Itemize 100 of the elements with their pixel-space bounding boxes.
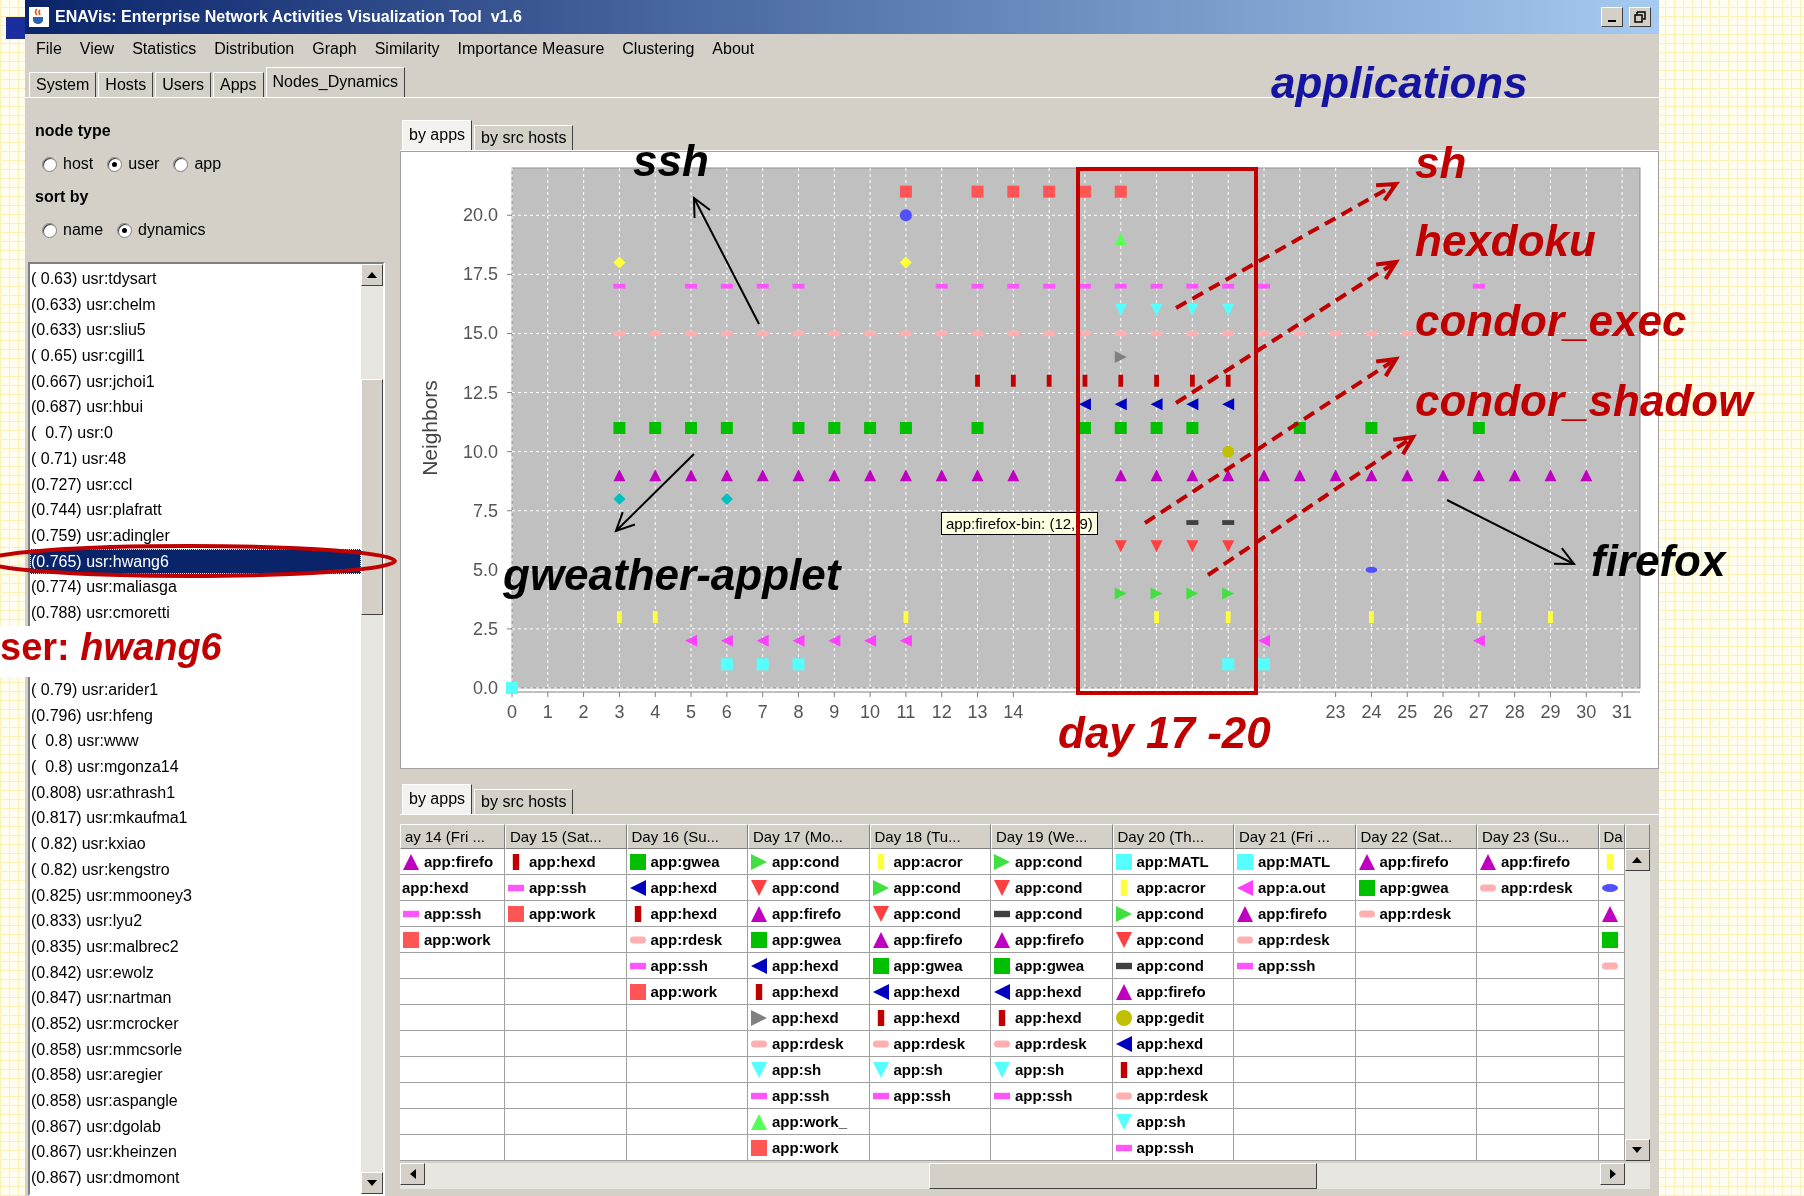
list-item[interactable]: (0.833) usr:lyu2 — [30, 908, 361, 934]
tick-label: 7.5 — [472, 500, 498, 521]
annotation-label: condor_shadow — [1415, 376, 1753, 426]
tick-label: 9 — [829, 702, 840, 722]
list-item[interactable]: (0.852) usr:mcrocker — [30, 1010, 361, 1037]
list-item[interactable]: ( 0.7) usr:0 — [30, 420, 361, 446]
column-header[interactable]: Day 23 (Su... — [1477, 824, 1599, 849]
list-item[interactable]: ( 0.8) usr:mgonza14 — [30, 754, 361, 780]
menu-item[interactable]: Similarity — [365, 37, 449, 60]
list-item[interactable]: (0.858) usr:aregier — [30, 1062, 361, 1088]
list-item[interactable]: ( 0.82) usr:kengstro — [30, 856, 361, 883]
column-header[interactable]: Day 22 (Sat... — [1355, 824, 1477, 849]
tab[interactable]: Hosts — [98, 72, 154, 97]
list-item[interactable]: ( 0.79) usr:arider1 — [30, 677, 361, 703]
column-header[interactable]: Day 17 (Mo... — [748, 824, 870, 849]
app-name: app:hexd — [650, 905, 718, 922]
tab[interactable]: by apps — [402, 120, 473, 150]
app-name: app:ssh — [772, 1087, 830, 1104]
menu-item[interactable]: Clustering — [613, 37, 704, 60]
app-name: app:rdesk — [772, 1035, 844, 1052]
app-name: app:firefo — [1379, 853, 1449, 870]
list-item[interactable]: (0.817) usr:mkaufma1 — [30, 805, 361, 832]
list-item[interactable]: ( 0.63) usr:tdysart — [30, 266, 361, 292]
menu-item[interactable]: About — [703, 37, 764, 60]
tick-label: 1 — [542, 702, 553, 722]
list-item[interactable]: (0.744) usr:plafratt — [30, 497, 361, 523]
menu-item[interactable]: View — [70, 37, 124, 60]
list-item[interactable]: (0.842) usr:ewolz — [30, 959, 361, 986]
app-name: app:firefo — [772, 905, 842, 922]
app-name: app:hexd — [650, 879, 718, 896]
app-name: app:rdesk — [1379, 905, 1452, 922]
tab[interactable]: Nodes_Dynamics — [265, 67, 405, 97]
app-name: app:cond — [1015, 853, 1083, 870]
list-item[interactable]: ( 0.8) usr:www — [30, 728, 361, 755]
app-name: app:hexd — [772, 957, 839, 974]
app-name: app:rdesk — [650, 931, 723, 948]
column-header[interactable]: Day 18 (Tu... — [869, 824, 991, 849]
app-name: app:cond — [772, 879, 840, 896]
list-item[interactable]: (0.633) usr:sliu5 — [30, 317, 361, 344]
app-name: app:rdesk — [1136, 1087, 1209, 1104]
tick-label: 29 — [1540, 702, 1561, 722]
app-name: app:gedit — [1136, 1009, 1204, 1026]
list-item[interactable]: (0.847) usr:nartman — [30, 985, 361, 1011]
window-title: ENAVis: Enterprise Network Activities Visualization Tool v1.6 — [55, 8, 523, 26]
list-item[interactable]: (0.867) usr:dgolab — [30, 1113, 361, 1140]
tick-label: 7 — [757, 702, 768, 722]
list-item[interactable]: (0.808) usr:athrash1 — [30, 779, 361, 806]
column-header[interactable]: Day 16 (Su... — [626, 824, 748, 849]
menu-item[interactable]: Distribution — [205, 37, 304, 60]
axis-title: Neighbors — [418, 380, 441, 476]
annotation-label: ssh — [633, 136, 709, 186]
annotation-label: condor_exec — [1415, 296, 1687, 346]
list-item[interactable]: ( 0.82) usr:kxiao — [30, 831, 361, 857]
list-item[interactable]: (0.867) usr:dmomont — [30, 1165, 361, 1191]
list-item[interactable]: (0.727) usr:ccl — [30, 471, 361, 498]
tab[interactable]: by apps — [402, 784, 473, 814]
app-name: app:firefo — [1015, 931, 1085, 948]
list-item[interactable]: (0.858) usr:aspangle — [30, 1088, 361, 1114]
list-item[interactable]: (0.858) usr:mmcsorle — [30, 1036, 361, 1063]
list-item[interactable]: ( 0.65) usr:cgill1 — [30, 343, 361, 369]
app-name: app:hexd — [529, 853, 596, 870]
menu-item[interactable]: Graph — [303, 37, 366, 60]
app-name: app:hexd — [1136, 1035, 1204, 1052]
list-item[interactable]: (0.825) usr:mmooney3 — [30, 882, 361, 909]
tab[interactable]: by src hosts — [474, 789, 574, 814]
app-name: app:work — [650, 983, 718, 1000]
app-name: app:ssh — [424, 905, 482, 922]
list-item[interactable]: (0.687) usr:hbui — [30, 394, 361, 421]
list-item[interactable]: (0.759) usr:adingler — [30, 522, 361, 549]
menu-item[interactable]: Importance Measure — [448, 37, 614, 60]
column-header[interactable]: Day 20 (Th... — [1112, 824, 1234, 849]
app-name: app:rdesk — [893, 1035, 966, 1052]
column-header[interactable]: Day 15 (Sat... — [505, 824, 627, 849]
column-header[interactable]: Da — [1598, 824, 1625, 849]
list-item[interactable]: (0.774) usr:maliasga — [30, 574, 361, 600]
tick-label: 10.0 — [462, 441, 498, 462]
tab[interactable]: Users — [155, 72, 212, 97]
app-name: app:MATL — [1136, 853, 1209, 870]
column-header[interactable]: Day 21 (Fri ... — [1234, 824, 1356, 849]
radio-label: app — [194, 155, 222, 173]
list-item[interactable]: (0.667) usr:jchoi1 — [30, 368, 361, 395]
list-item[interactable]: (0.633) usr:chelm — [30, 291, 361, 318]
tick-label: 28 — [1504, 702, 1525, 722]
app-name: app:sh — [1015, 1061, 1065, 1078]
app-name: app:cond — [1015, 879, 1083, 896]
tab[interactable]: System — [29, 72, 97, 97]
column-header[interactable]: ay 14 (Fri ... — [400, 824, 505, 849]
list-item[interactable]: ( 0.71) usr:48 — [30, 445, 361, 472]
menu-item[interactable]: File — [27, 37, 71, 60]
list-item[interactable]: (0.788) usr:cmoretti — [30, 599, 361, 626]
tick-label: 24 — [1361, 702, 1382, 722]
tab[interactable]: by src hosts — [474, 125, 574, 150]
column-header[interactable]: Day 19 (We... — [991, 824, 1113, 849]
tab[interactable]: Apps — [213, 72, 264, 97]
menu-item[interactable]: Statistics — [123, 37, 206, 60]
list-item[interactable]: (0.796) usr:hfeng — [30, 702, 361, 729]
tick-label: 31 — [1612, 702, 1633, 722]
list-item[interactable]: (0.867) usr:kheinzen — [30, 1139, 361, 1166]
list-item[interactable]: (0.835) usr:malbrec2 — [30, 933, 361, 960]
app-name: app:ssh — [650, 957, 708, 974]
